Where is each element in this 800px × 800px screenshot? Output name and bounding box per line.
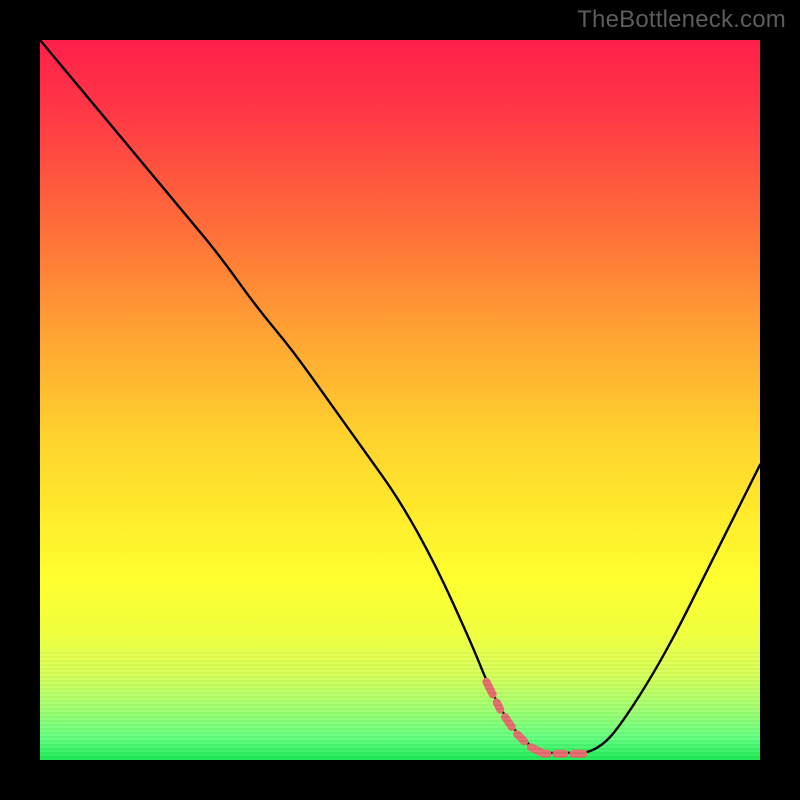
bottleneck-curve (40, 40, 760, 753)
curve-svg (40, 40, 760, 760)
watermark-label: TheBottleneck.com (577, 6, 786, 34)
plot-area (40, 40, 760, 760)
trough-dash (486, 682, 616, 754)
chart-container: TheBottleneck.com (0, 0, 800, 800)
